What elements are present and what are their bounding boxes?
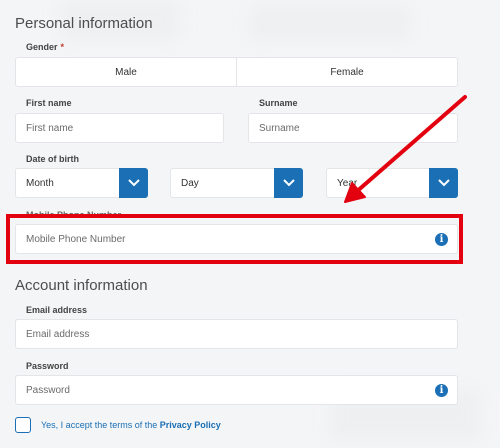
email-input[interactable]: Email address	[15, 319, 458, 349]
terms-prefix: Yes, I accept the terms of the	[41, 420, 160, 430]
account-information-title: Account information	[15, 277, 148, 294]
password-placeholder: Password	[26, 384, 70, 396]
privacy-terms-text: Yes, I accept the terms of the Privacy P…	[41, 420, 221, 430]
password-input[interactable]: Password i	[15, 375, 458, 405]
privacy-checkbox[interactable]	[15, 417, 31, 433]
email-placeholder: Email address	[26, 328, 90, 340]
privacy-policy-link[interactable]: Privacy Policy	[160, 420, 221, 430]
email-label: Email address	[26, 305, 88, 315]
registration-form: Personal information Gender * Male Female…	[0, 0, 500, 448]
info-icon[interactable]: i	[435, 384, 448, 397]
password-label: Password	[26, 361, 69, 371]
